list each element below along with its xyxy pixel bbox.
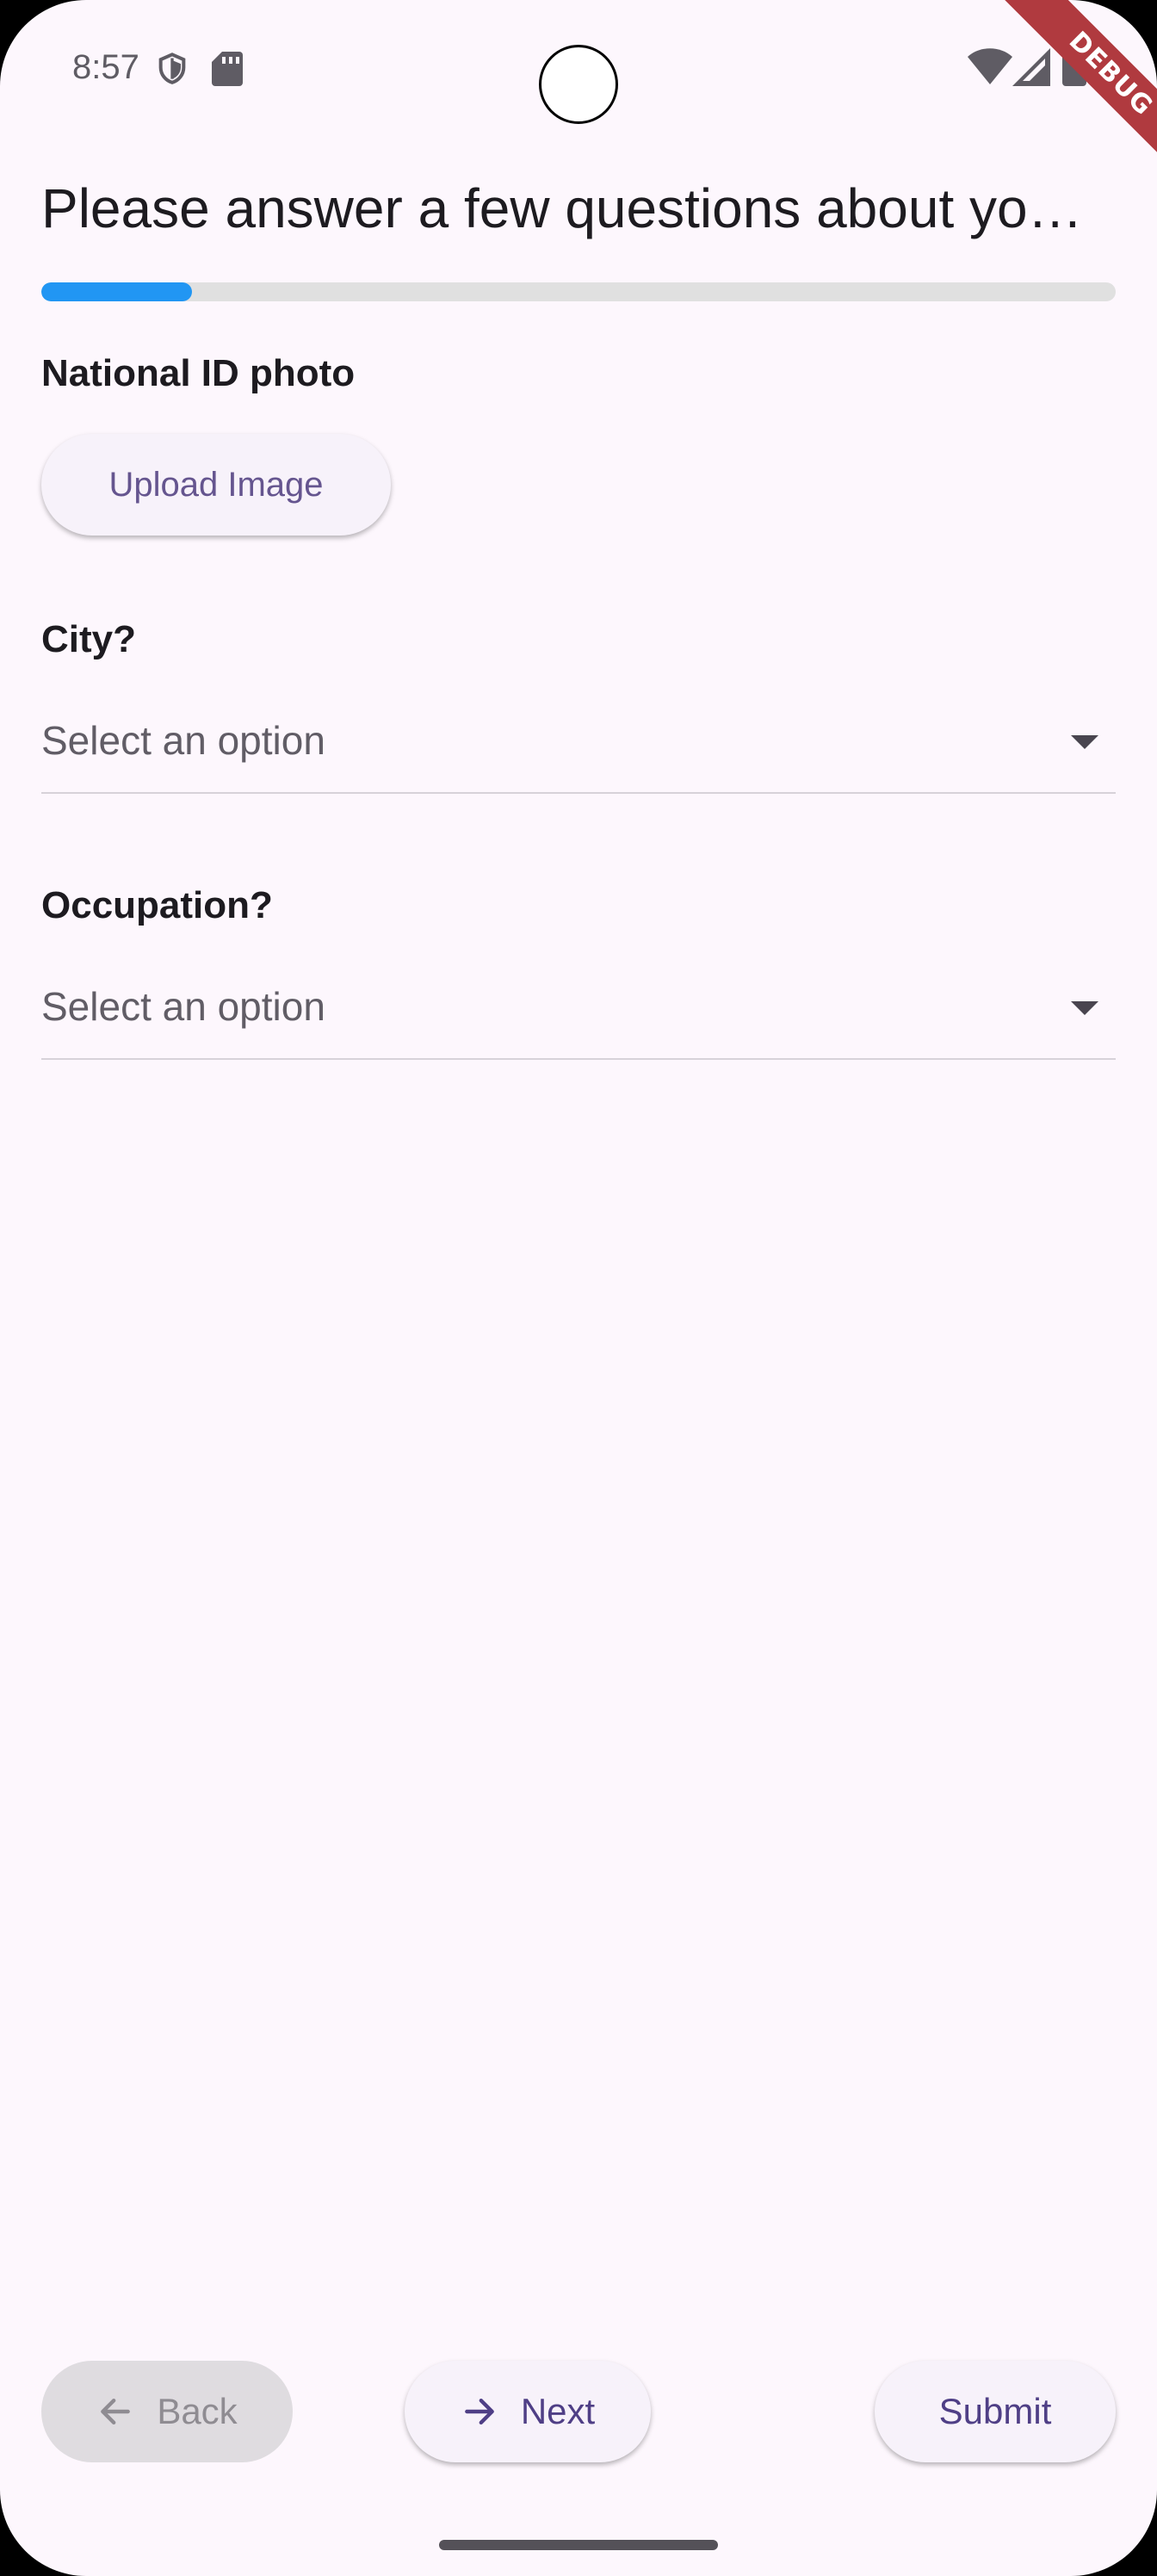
camera-cutout [539,45,618,124]
shield-icon [158,53,186,84]
arrow-left-icon [101,2398,131,2425]
arrow-right-icon [464,2398,494,2425]
progress-fill [41,282,192,301]
app-screen: 8:57 DEBUG Please answer a few questions… [0,0,1157,2576]
back-button-label: Back [157,2391,238,2431]
page-title: Please answer a few questions about yo… [41,177,1083,239]
back-button[interactable]: Back [41,2361,293,2462]
status-time: 8:57 [72,48,139,86]
city-dropdown-value: Select an option [41,718,325,763]
debug-banner: DEBUG [997,0,1157,188]
arrow-drop-down-icon [1071,735,1098,749]
question-label-national-id: National ID photo [41,352,356,394]
cell-signal-icon [1012,48,1050,86]
upload-image-button[interactable]: Upload Image [41,434,391,536]
next-button-label: Next [520,2391,596,2431]
next-button[interactable]: Next [405,2361,651,2462]
question-label-city: City? [41,618,136,660]
occupation-dropdown[interactable]: Select an option [41,965,1116,1060]
city-dropdown[interactable]: Select an option [41,699,1116,794]
submit-button[interactable]: Submit [875,2361,1116,2462]
sd-card-icon [212,52,243,86]
occupation-dropdown-value: Select an option [41,984,325,1029]
wifi-icon [968,48,1012,84]
home-indicator[interactable] [439,2540,718,2550]
arrow-drop-down-icon [1071,1001,1098,1015]
progress-bar [41,282,1116,301]
question-label-occupation: Occupation? [41,884,273,926]
